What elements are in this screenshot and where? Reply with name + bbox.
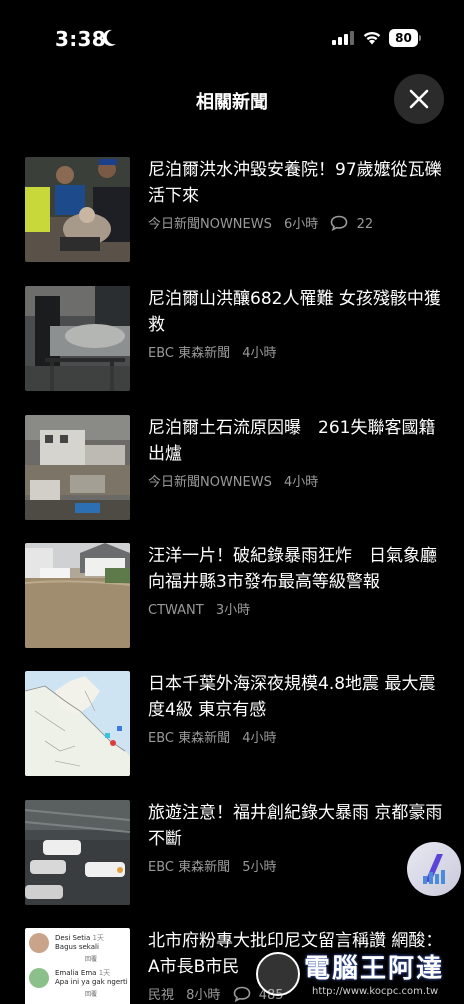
- watermark-text: 電腦王阿達: [304, 954, 445, 984]
- chart-slash-icon: [423, 854, 445, 884]
- news-time: 6小時: [284, 217, 319, 232]
- battery-icon: 80: [389, 29, 421, 47]
- wifi-icon: [363, 31, 381, 45]
- news-time: 8小時: [186, 988, 221, 1003]
- comment-author: Emalia Ema: [55, 969, 97, 977]
- news-time: 4小時: [242, 731, 277, 746]
- news-meta: 今日新聞NOWNEWS 4小時: [148, 471, 326, 490]
- news-source: 今日新聞NOWNEWS: [148, 475, 272, 490]
- news-source: EBC 東森新聞: [148, 731, 231, 746]
- news-time: 5小時: [242, 860, 277, 875]
- news-thumbnail: Desi Setia 1天 Bagus sekali 回覆 Emalia Ema…: [25, 928, 130, 1004]
- news-thumbnail: [25, 415, 130, 520]
- news-source: EBC 東森新聞: [148, 346, 231, 361]
- assistant-fab-button[interactable]: [407, 842, 461, 896]
- news-source: EBC 東森新聞: [148, 860, 231, 875]
- news-title: 日本千葉外海深夜規模4.8地震 最大震度4級 東京有感: [148, 674, 436, 720]
- news-time: 3小時: [215, 603, 251, 618]
- news-thumbnail: [25, 286, 130, 391]
- news-item[interactable]: 日本千葉外海深夜規模4.8地震 最大震度4級 東京有感 EBC 東森新聞 4小時: [0, 669, 464, 777]
- news-item[interactable]: 尼泊爾土石流原因曝 261失聯客國籍出爐 今日新聞NOWNEWS 4小時: [0, 413, 464, 521]
- news-time: 4小時: [242, 346, 277, 361]
- battery-level: 80: [389, 29, 418, 47]
- close-button[interactable]: [394, 74, 444, 124]
- watermark: 電腦王阿達 http://www.kocpc.com.tw: [254, 942, 460, 1004]
- comment-time: 1天: [92, 934, 104, 942]
- avatar: [29, 968, 49, 988]
- comment-time: 1天: [98, 969, 111, 977]
- close-icon: [409, 89, 429, 109]
- news-thumbnail: [25, 543, 130, 648]
- comment-text: Apa ini ya gak ngerti: [55, 978, 128, 986]
- cellular-signal-icon: [332, 31, 354, 45]
- news-meta: 今日新聞NOWNEWS 6小時 22: [148, 213, 381, 232]
- news-source: 民視: [148, 988, 175, 1003]
- news-title: 汪洋一片！破紀錄暴雨狂炸 日氣象廳向福井縣3市發布最高等級警報: [148, 546, 437, 592]
- news-title: 尼泊爾山洪釀682人罹難 女孩殘骸中獲救: [148, 289, 441, 335]
- news-title: 旅遊注意！福井創紀錄大暴雨 京都豪雨不斷: [148, 803, 443, 849]
- news-item[interactable]: 尼泊爾洪水沖毀安養院！97歲嬤從瓦礫活下來 今日新聞NOWNEWS 6小時 22: [0, 155, 464, 263]
- comment-text: Bagus sekali: [55, 943, 99, 951]
- news-item[interactable]: 旅遊注意！福井創紀錄大暴雨 京都豪雨不斷 EBC 東森新聞 5小時: [0, 798, 464, 906]
- news-source: 今日新聞NOWNEWS: [148, 217, 272, 232]
- news-time: 4小時: [284, 475, 319, 490]
- comment-icon: [233, 986, 250, 1002]
- watermark-logo: [256, 952, 300, 996]
- status-bar: 3:38 80: [0, 0, 464, 72]
- news-thumbnail: [25, 157, 130, 262]
- news-source: CTWANT: [148, 603, 204, 618]
- news-thumbnail: [25, 671, 130, 776]
- news-thumbnail: [25, 800, 130, 905]
- reply-label: 回覆: [85, 991, 98, 998]
- avatar: [29, 933, 49, 953]
- news-meta: EBC 東森新聞 5小時: [148, 856, 285, 875]
- news-meta: CTWANT 3小時: [148, 599, 258, 618]
- news-meta: EBC 東森新聞 4小時: [148, 727, 285, 746]
- news-item[interactable]: 尼泊爾山洪釀682人罹難 女孩殘骸中獲救 EBC 東森新聞 4小時: [0, 284, 464, 392]
- comment-count: 22: [356, 217, 374, 232]
- comment-author: Desi Setia: [55, 934, 91, 942]
- comment-icon: [331, 215, 348, 231]
- watermark-url: http://www.kocpc.com.tw: [312, 986, 439, 997]
- news-item[interactable]: 汪洋一片！破紀錄暴雨狂炸 日氣象廳向福井縣3市發布最高等級警報 CTWANT 3…: [0, 541, 464, 649]
- reply-label: 回覆: [85, 956, 98, 963]
- status-time: 3:38: [55, 27, 106, 51]
- moon-icon: [103, 29, 116, 46]
- news-meta: EBC 東森新聞 4小時: [148, 342, 285, 361]
- news-title: 尼泊爾土石流原因曝 261失聯客國籍出爐: [148, 418, 436, 464]
- news-title: 尼泊爾洪水沖毀安養院！97歲嬤從瓦礫活下來: [148, 160, 442, 206]
